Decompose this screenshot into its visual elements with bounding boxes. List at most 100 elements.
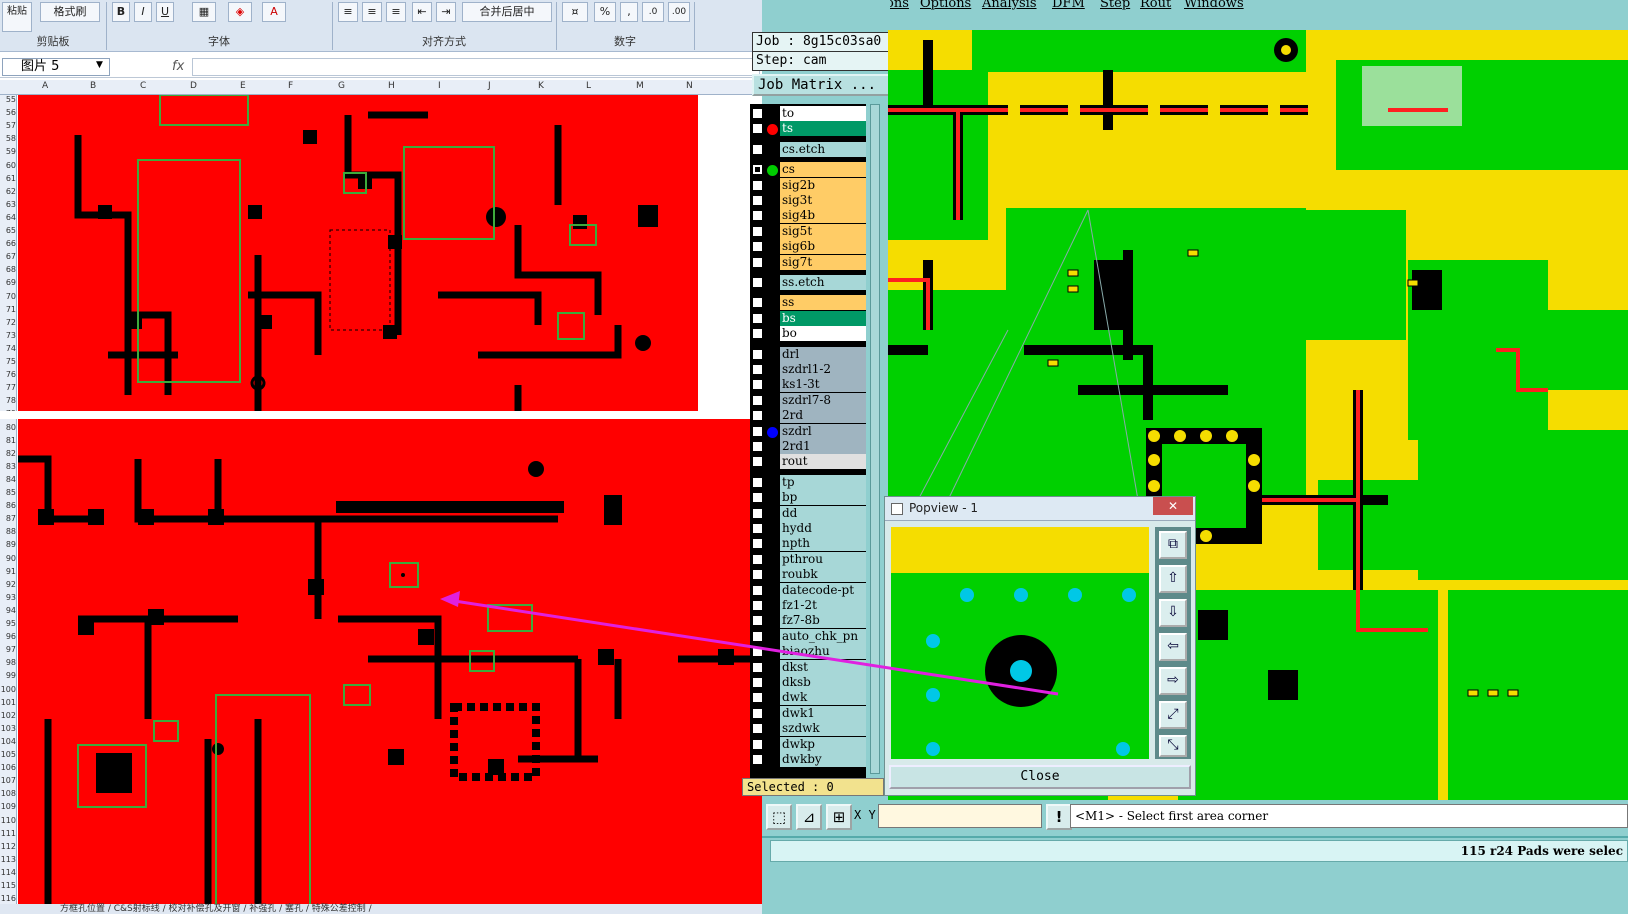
menu-item-step[interactable]: Step — [1100, 0, 1130, 11]
row-header[interactable]: 99 — [0, 671, 16, 680]
row-header[interactable]: 82 — [0, 449, 16, 458]
sheet-tabs[interactable]: 方框孔位置 / C&S射标线 / 校对补偿孔及开窗 / 补强孔 / 塞孔 / 特… — [0, 904, 762, 914]
menu-item-rout[interactable]: Rout — [1140, 0, 1171, 11]
border-icon[interactable]: ▦ — [192, 2, 216, 22]
layer-checkbox[interactable] — [752, 441, 763, 452]
layer-row[interactable]: dwk — [750, 690, 866, 706]
menu-item-analysis[interactable]: Analysis — [982, 0, 1037, 11]
row-header[interactable]: 63 — [0, 200, 16, 209]
row-header[interactable]: 98 — [0, 658, 16, 667]
row-header[interactable]: 58 — [0, 134, 16, 143]
paste-button[interactable]: 粘贴 — [2, 2, 32, 32]
zoom-in-icon[interactable]: ⤢ — [1159, 701, 1187, 729]
layer-name[interactable]: 2rd — [780, 408, 866, 424]
layer-name[interactable]: szdrl — [780, 423, 866, 439]
row-header[interactable]: 55 — [0, 95, 16, 104]
row-header[interactable]: 57 — [0, 121, 16, 130]
layer-name[interactable]: bo — [780, 326, 866, 342]
layer-checkbox[interactable] — [752, 569, 763, 581]
row-header[interactable]: 89 — [0, 540, 16, 549]
pan-right-icon[interactable]: ⇨ — [1159, 667, 1187, 695]
layer-checkbox[interactable] — [752, 600, 763, 611]
layer-name[interactable]: cs — [780, 162, 866, 178]
layer-row[interactable]: sig6b — [750, 239, 866, 255]
row-header[interactable]: 80 — [0, 423, 16, 432]
layer-name[interactable]: datecode-pt — [780, 582, 866, 598]
layer-checkbox[interactable] — [752, 312, 763, 324]
row-header[interactable]: 115 — [0, 881, 16, 890]
layer-checkbox[interactable] — [752, 379, 763, 391]
row-header[interactable]: 72 — [0, 318, 16, 327]
indent-decrease-icon[interactable]: ⇤ — [412, 2, 432, 22]
layer-checkbox[interactable] — [752, 456, 763, 468]
layer-row[interactable]: sig2b — [750, 177, 866, 193]
column-header[interactable]: L — [586, 81, 591, 91]
align-center-icon[interactable]: ≡ — [362, 2, 382, 22]
layer-row[interactable]: fz1-2t — [750, 598, 866, 613]
row-header[interactable]: 75 — [0, 357, 16, 366]
layer-checkbox[interactable] — [752, 123, 763, 135]
layer-checkbox[interactable] — [752, 297, 763, 309]
layer-name[interactable]: pthrou — [780, 551, 866, 567]
pan-up-icon[interactable]: ⇧ — [1159, 565, 1187, 593]
layer-row[interactable]: dwkp — [750, 736, 866, 752]
row-header[interactable]: 92 — [0, 580, 16, 589]
column-header[interactable]: G — [338, 81, 345, 91]
alert-icon[interactable]: ! — [1046, 804, 1072, 830]
column-header[interactable]: J — [488, 81, 491, 91]
column-header[interactable]: C — [140, 81, 146, 91]
layer-checkbox[interactable] — [752, 584, 763, 596]
row-header[interactable]: 100 — [0, 685, 16, 694]
layer-row[interactable]: dksb — [750, 675, 866, 690]
layer-name[interactable]: roubk — [780, 567, 866, 583]
layer-row[interactable]: biaozhu — [750, 644, 866, 660]
row-header[interactable]: 102 — [0, 711, 16, 720]
layer-row[interactable]: dkst — [750, 659, 866, 675]
layer-row[interactable]: hydd — [750, 521, 866, 536]
decrease-decimal-icon[interactable]: .00 — [668, 2, 690, 22]
row-header[interactable]: 103 — [0, 724, 16, 733]
layer-checkbox[interactable] — [752, 630, 763, 642]
layer-name[interactable]: dkst — [780, 659, 866, 675]
layer-checkbox[interactable] — [752, 723, 763, 735]
layer-name[interactable]: sig5t — [780, 223, 866, 239]
row-header[interactable]: 88 — [0, 527, 16, 536]
layer-row[interactable]: pthrou — [750, 551, 866, 567]
layer-checkbox[interactable] — [752, 143, 763, 155]
layer-name[interactable]: ts — [780, 121, 866, 137]
layer-name[interactable]: szdwk — [780, 721, 866, 737]
row-header[interactable]: 81 — [0, 436, 16, 445]
layer-name[interactable]: sig4b — [780, 208, 866, 224]
grid-tool-icon[interactable]: ⊞ — [826, 804, 852, 830]
row-header[interactable]: 77 — [0, 383, 16, 392]
layer-row[interactable]: datecode-pt — [750, 582, 866, 598]
layer-row[interactable]: ts — [750, 121, 866, 137]
measure-tool-icon[interactable]: ⊿ — [796, 804, 822, 830]
row-header[interactable]: 107 — [0, 776, 16, 785]
layer-name[interactable]: cs.etch — [780, 141, 866, 157]
layer-checkbox[interactable] — [752, 179, 763, 191]
merge-center-button[interactable]: 合并后居中 — [462, 2, 552, 22]
layer-row[interactable]: rout — [750, 454, 866, 470]
layer-row[interactable]: szdwk — [750, 721, 866, 737]
row-header[interactable]: 83 — [0, 462, 16, 471]
row-header[interactable]: 84 — [0, 475, 16, 484]
layer-name[interactable]: rout — [780, 454, 866, 470]
italic-button[interactable]: I — [134, 2, 152, 22]
row-header[interactable]: 94 — [0, 606, 16, 615]
row-header[interactable]: 71 — [0, 305, 16, 314]
percent-button[interactable]: % — [594, 2, 616, 22]
layer-checkbox[interactable] — [752, 210, 763, 222]
layer-row[interactable]: bs — [750, 310, 866, 326]
row-header[interactable]: 104 — [0, 737, 16, 746]
layer-checkbox[interactable] — [752, 256, 763, 268]
popview-titlebar[interactable]: Popview - 1 ✕ — [885, 497, 1195, 521]
row-header[interactable]: 113 — [0, 855, 16, 864]
popview-canvas[interactable] — [891, 527, 1149, 759]
row-header[interactable]: 67 — [0, 252, 16, 261]
row-header[interactable]: 114 — [0, 868, 16, 877]
layer-checkbox[interactable] — [752, 394, 763, 406]
layer-checkbox[interactable] — [752, 523, 763, 534]
layer-checkbox[interactable] — [752, 646, 763, 658]
layer-name[interactable]: sig6b — [780, 239, 866, 255]
